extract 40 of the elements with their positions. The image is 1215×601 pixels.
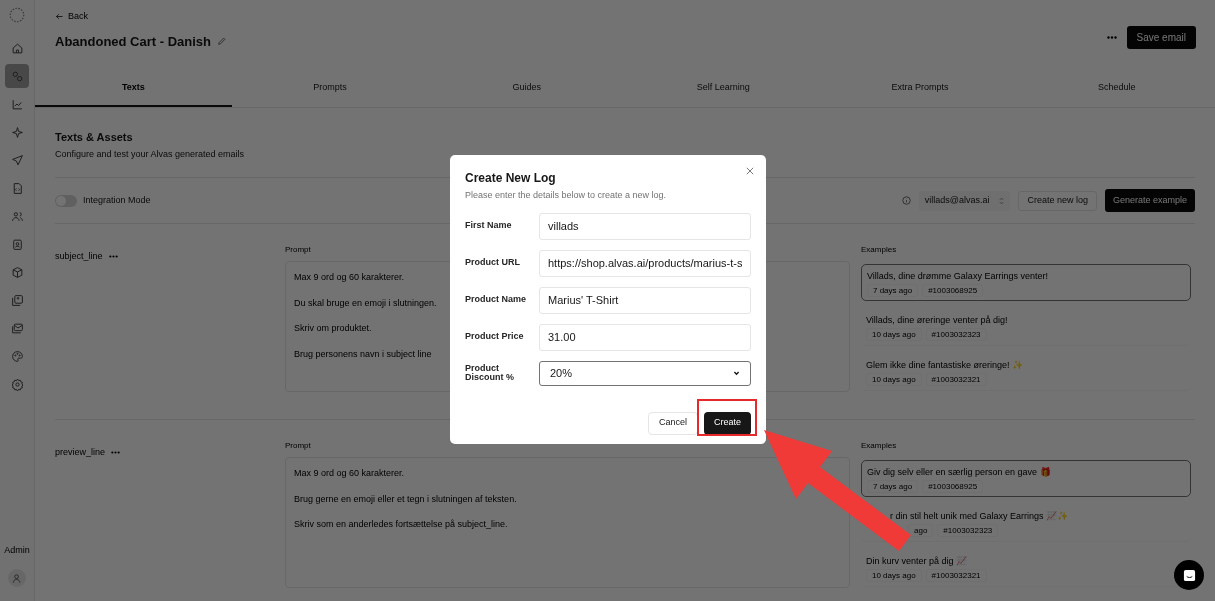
role-label: Admin [4, 543, 30, 557]
id-tag: #1003068925 [922, 284, 984, 297]
example-text: Glem ikke dine fantastiske øreringe! ✨ [866, 359, 1024, 371]
example-text: Villads, dine øreringe venter på dig! [866, 314, 1008, 326]
id-tag: #1003032321 [925, 373, 987, 386]
id-tag: #1003032323 [925, 328, 987, 341]
field-label: Product URL [465, 258, 521, 268]
prompt-line: Skriv som en anderledes fortsættelse på subject_line. [294, 518, 508, 531]
id-tag: #1003032323 [937, 524, 999, 537]
prompt-label: Prompt [285, 440, 312, 452]
integration-mode-label: Integration Mode [83, 193, 151, 207]
id-tag: #1003068925 [922, 480, 984, 493]
example-text: Giv dig selv eller en særlig person en gave 🎁 [867, 466, 1051, 478]
example-text: Din kurv venter på dig 📈 [866, 555, 968, 567]
field-name: preview_line [55, 446, 106, 459]
dialog-description: Please enter the details below to create a new log. [465, 189, 668, 202]
section-title: Texts & Assets [55, 130, 134, 145]
id-tag: #1003032321 [925, 569, 987, 582]
examples-label: Examples [861, 244, 898, 256]
age-tag: 10 days ago [866, 373, 922, 386]
age-tag: 10 days ago [866, 328, 922, 341]
prompt-line: Max 9 ord og 60 karakterer. [294, 271, 405, 284]
field-label: First Name [465, 221, 513, 231]
field-label: Product Discount % [465, 363, 515, 383]
prompt-line: Skriv om produktet. [294, 322, 372, 335]
age-tag: 7 days ago [867, 284, 919, 297]
field-label: Product Name [465, 295, 527, 305]
example-text: r din stil helt unik med Galaxy Earrings 📈✨ [890, 510, 1069, 522]
field-name: subject_line [55, 250, 103, 263]
prompt-line: Du skal bruge en emoji i slutningen. [294, 296, 437, 310]
age-tag: 10 days ago [866, 569, 922, 582]
section-subtitle: Configure and test your Alvas generated emails [55, 147, 246, 161]
page-title: Abandoned Cart - Danish [55, 32, 211, 51]
age-tag: 7 days ago [867, 480, 919, 493]
field-label: Product Price [465, 332, 525, 342]
example-text: Villads, dine drømme Galaxy Earrings venter! [867, 270, 1048, 282]
dialog-title: Create New Log [465, 170, 557, 187]
prompt-label: Prompt [285, 244, 312, 256]
examples-label: Examples [861, 440, 898, 452]
prompt-line: Max 9 ord og 60 karakterer. [294, 467, 405, 480]
